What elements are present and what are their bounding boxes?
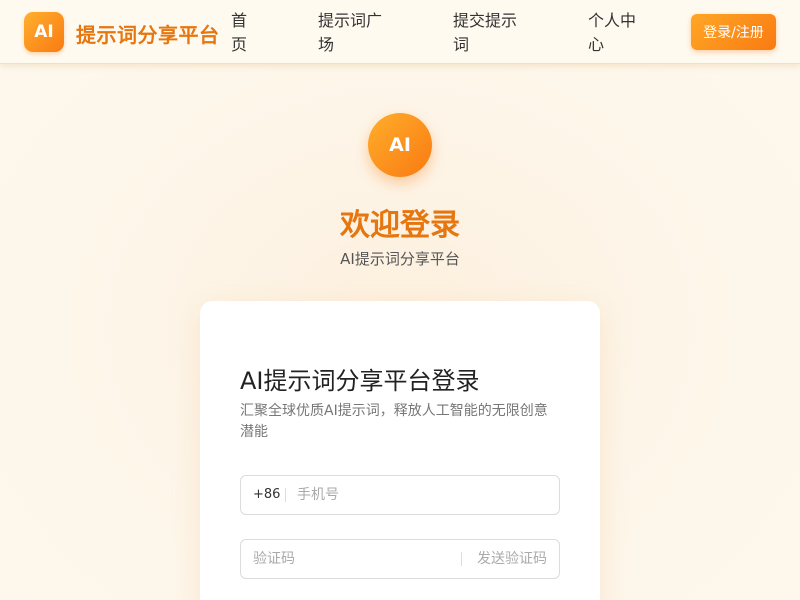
nav-profile[interactable]: 个人中心: [588, 9, 640, 57]
verification-code-field[interactable]: 发送验证码: [240, 539, 560, 579]
phone-input[interactable]: [297, 476, 547, 514]
login-card: AI提示词分享平台登录 汇聚全球优质AI提示词，释放人工智能的无限创意潜能 +8…: [200, 301, 600, 600]
code-divider: [461, 552, 462, 566]
page-title: 欢迎登录: [340, 208, 460, 243]
phone-field[interactable]: +86: [240, 475, 560, 515]
nav-home[interactable]: 首页: [231, 9, 251, 57]
country-code[interactable]: +86: [253, 476, 280, 514]
send-code-button[interactable]: 发送验证码: [477, 540, 547, 578]
brand-name[interactable]: 提示词分享平台: [76, 19, 220, 48]
card-description: 汇聚全球优质AI提示词，释放人工智能的无限创意潜能: [240, 403, 548, 440]
login-register-button[interactable]: 登录/注册: [691, 14, 776, 50]
nav-prompt-square[interactable]: 提示词广场: [318, 9, 386, 57]
card-title: AI提示词分享平台登录: [240, 367, 480, 395]
prefix-divider: [285, 488, 286, 502]
top-navbar: AI 提示词分享平台 首页 提示词广场 提交提示词 个人中心 登录/注册: [0, 0, 800, 64]
verification-code-input[interactable]: [253, 540, 453, 578]
page-subtitle: AI提示词分享平台: [340, 250, 460, 268]
hero-logo: AI: [368, 113, 432, 177]
nav-submit-prompt[interactable]: 提交提示词: [453, 9, 521, 57]
logo-badge[interactable]: AI: [24, 12, 64, 52]
